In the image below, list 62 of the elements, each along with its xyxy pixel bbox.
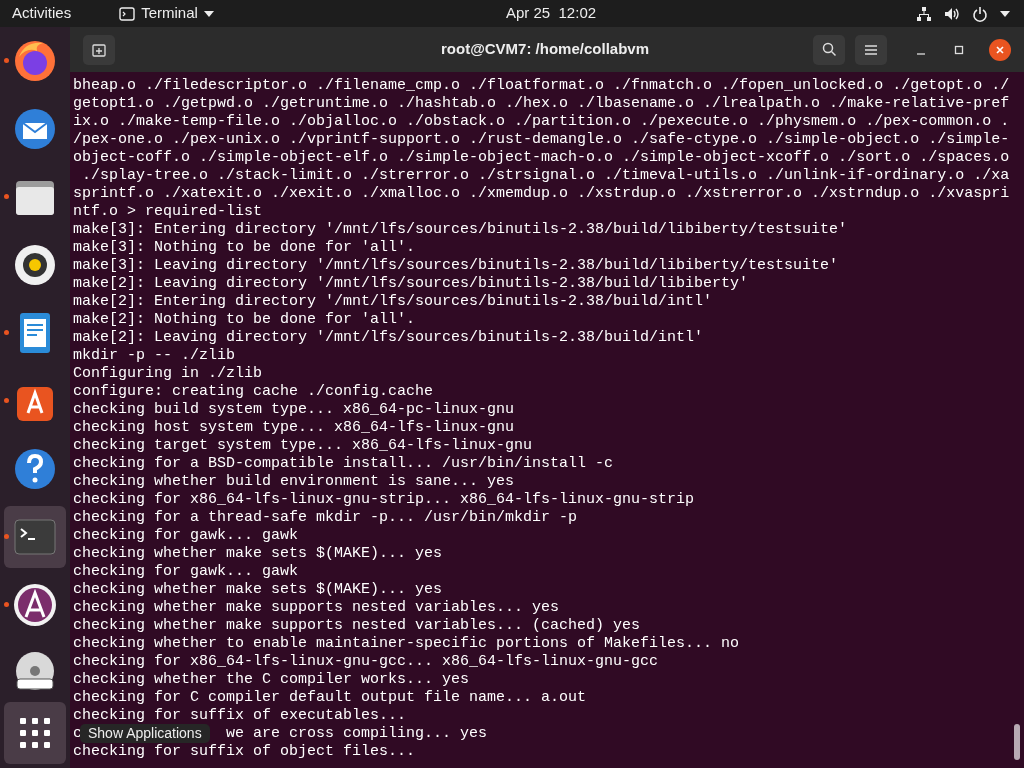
terminal-line: checking for x86_64-lfs-linux-gnu-strip... x86_64-lfs-linux-gnu-strip bbox=[73, 491, 695, 509]
close-icon bbox=[995, 44, 1005, 55]
terminal-line: checking whether make supports nested variables... (cached) yes bbox=[73, 617, 641, 635]
close-button[interactable] bbox=[989, 38, 1011, 61]
caret-icon[interactable] bbox=[1000, 10, 1010, 17]
clock[interactable]: Apr 25 12:02 bbox=[506, 2, 597, 25]
terminal-line: ./splay-tree.o ./stack-limit.o ./strerror.o ./strsignal.o ./timeval-utils.o ./unlink-if-ordinary.o ./xa bbox=[81, 167, 1010, 185]
grid-icon bbox=[20, 718, 50, 748]
network-icon[interactable] bbox=[916, 5, 932, 22]
terminal-line: make[2]: Entering directory '/mnt/lfs/sources/binutils-2.38/build/intl' bbox=[73, 293, 713, 311]
maximize-icon bbox=[954, 44, 964, 55]
terminal-line: ix.o ./make-temp-file.o ./objalloc.o ./obstack.o ./partition.o ./pexecute.o ./physmem.o ./pex-common.o . bbox=[73, 113, 1010, 131]
terminal-line: getopt1.o ./getpwd.o ./getruntime.o ./hashtab.o ./hex.o ./lbasename.o ./lrealpath.o ./make-relative-pref bbox=[73, 95, 1010, 113]
scrollbar[interactable] bbox=[1014, 724, 1020, 760]
activities-button[interactable]: Activities bbox=[0, 2, 84, 25]
terminal-line: checking for suffix of object files... bbox=[73, 743, 416, 761]
terminal-line: make[2]: Leaving directory '/mnt/lfs/sources/binutils-2.38/build/libiberty' bbox=[73, 275, 749, 293]
search-icon bbox=[821, 42, 837, 57]
show-applications-button[interactable] bbox=[4, 702, 66, 764]
terminal-line: make[2]: Nothing to be done for 'all'. bbox=[73, 311, 416, 329]
terminal-line: make[3]: Entering directory '/mnt/lfs/sources/binutils-2.38/build/libiberty/testsuite' bbox=[73, 221, 848, 239]
terminal-line: checking for x86_64-lfs-linux-gnu-gcc... x86_64-lfs-linux-gnu-gcc bbox=[73, 653, 659, 671]
terminal-line: configure: creating cache ./config.cache bbox=[73, 383, 434, 401]
app-menu[interactable]: Terminal bbox=[119, 2, 214, 25]
terminal-line: checking for gawk... gawk bbox=[73, 563, 299, 581]
terminal-line: object-coff.o ./simple-object-elf.o ./simple-object-mach-o.o ./simple-object-xcoff.o ./sort.o ./spaces.o bbox=[73, 149, 1010, 167]
terminal-line: sprintf.o ./xatexit.o ./xexit.o ./xmalloc.o ./xmemdup.o ./xstrdup.o ./xstrerror.o ./xstrndup.o ./xvaspri bbox=[73, 185, 1010, 203]
caret-icon bbox=[203, 10, 214, 17]
terminal-line: checking for suffix of executables... bbox=[73, 707, 407, 725]
terminal-line: checking for a thread-safe mkdir -p... /usr/bin/mkdir -p bbox=[73, 509, 578, 527]
terminal-line: checking whether make sets $(MAKE)... yes bbox=[73, 545, 443, 563]
new-tab-button[interactable] bbox=[83, 34, 115, 65]
terminal-icon bbox=[119, 6, 136, 21]
menu-button[interactable] bbox=[855, 34, 887, 65]
search-button[interactable] bbox=[813, 34, 845, 65]
terminal-line: checking whether make supports nested variables... yes bbox=[73, 599, 560, 617]
terminal-line: checking build system type... x86_64-pc-linux-gnu bbox=[73, 401, 515, 419]
terminal-line: checking for gawk... gawk bbox=[73, 527, 299, 545]
terminal-line: checking whether make sets $(MAKE)... yes bbox=[73, 581, 443, 599]
terminal-line: make[3]: Leaving directory '/mnt/lfs/sources/binutils-2.38/build/libiberty/testsuite' bbox=[73, 257, 839, 275]
terminal-line: bheap.o ./filedescriptor.o ./filename_cmp.o ./floatformat.o ./fnmatch.o ./fopen_unlocked.o ./getopt.o ./ bbox=[73, 77, 1010, 95]
menu-icon bbox=[865, 44, 877, 55]
terminal-line: ntf.o > required-list bbox=[73, 203, 263, 221]
new-tab-icon bbox=[92, 42, 106, 57]
terminal-line: make[2]: Leaving directory '/mnt/lfs/sources/binutils-2.38/build/intl' bbox=[73, 329, 704, 347]
terminal-line: Configuring in ./zlib bbox=[73, 365, 263, 383]
terminal-line: make[3]: Nothing to be done for 'all'. bbox=[73, 239, 416, 257]
power-icon[interactable] bbox=[972, 5, 988, 22]
terminal-line: checking target system type... x86_64-lfs-linux-gnu bbox=[73, 437, 533, 455]
terminal-line: checking host system type... x86_64-lfs-linux-gnu bbox=[73, 419, 515, 437]
terminal-line: mkdir -p -- ./zlib bbox=[73, 347, 236, 365]
tooltip: Show Applications bbox=[80, 724, 210, 743]
minimize-icon bbox=[917, 52, 925, 55]
terminal-line: checking for C compiler default output file name... a.out bbox=[73, 689, 587, 707]
terminal-line: checking whether to enable maintainer-specific portions of Makefiles... no bbox=[73, 635, 740, 653]
terminal-line: we are cross compiling... yes bbox=[226, 725, 488, 743]
letter-a-icon bbox=[11, 581, 59, 629]
terminal-line: /pex-one.o ./pex-unix.o ./vprintf-support.o ./rust-demangle.o ./safe-ctype.o ./simple-object.o ./simple- bbox=[73, 131, 1010, 149]
terminal-line: checking for a BSD-compatible install... /usr/bin/install -c bbox=[73, 455, 614, 473]
window-title: root@CVM7: /home/collabvm bbox=[441, 39, 649, 60]
terminal-line: checking whether build environment is sane... yes bbox=[73, 473, 515, 491]
terminal-line: checking whether the C compiler works... yes bbox=[73, 671, 470, 689]
